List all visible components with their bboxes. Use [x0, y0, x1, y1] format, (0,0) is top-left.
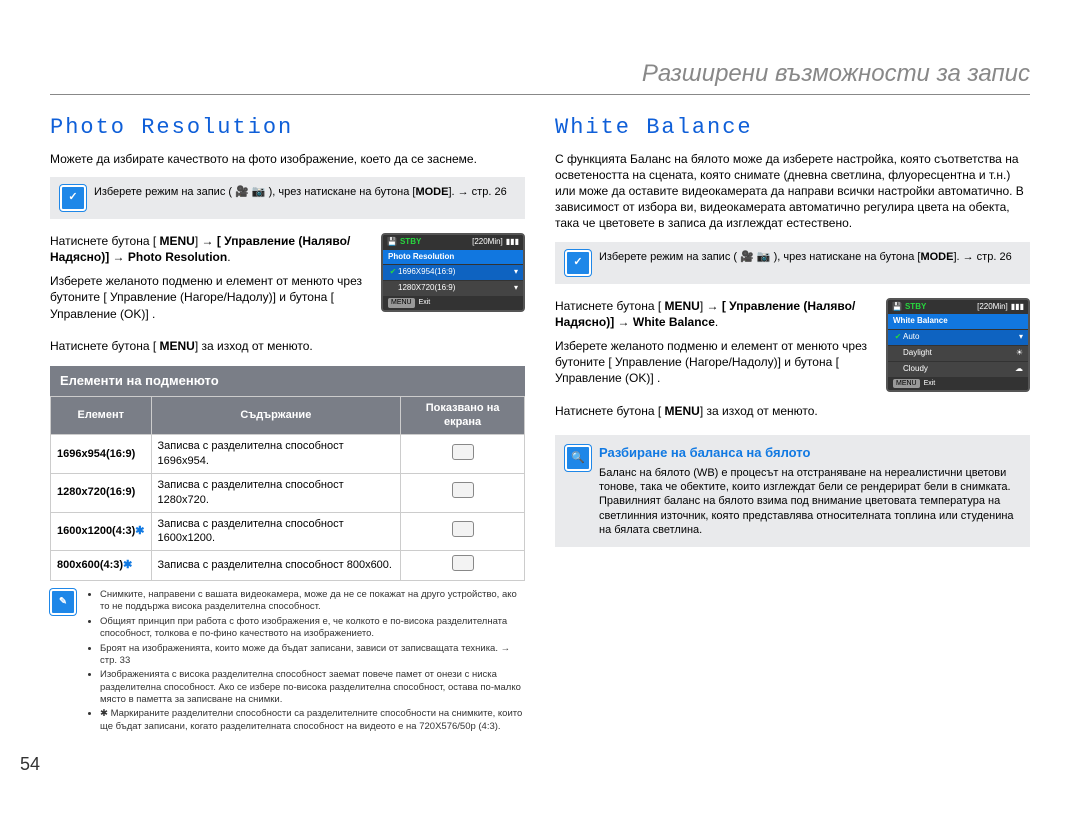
page-number: 54 [20, 754, 40, 775]
table-row: 1280x720(16:9)Записва с разделителна спо… [51, 473, 525, 512]
resolution-icon [452, 482, 474, 498]
submenu-header: Елементи на подменюто [50, 366, 525, 396]
intro-left: Можете да избирате качеството на фото из… [50, 151, 525, 167]
th-display: Показвано на екрана [401, 396, 525, 435]
lcd-screenshot-photo: 💾 STBY [220Min] ▮▮▮ Photo Resolution ✔ 1… [381, 233, 525, 312]
check-icon: ✔ [893, 332, 903, 343]
footnote-item: Общият принцип при работа с фото изображ… [100, 616, 525, 641]
note-text-2: ), чрез натискане на бутона [ [774, 251, 921, 263]
note-ref: ]. → стр. 26 [448, 186, 506, 198]
chapter-title: Разширени възможности за запис [50, 60, 1030, 95]
lcd-option-daylight: Daylight ☀ [888, 345, 1028, 361]
camera-icon: 📷 [252, 186, 266, 198]
lcd-menu-title: White Balance [888, 314, 1028, 329]
resolution-table: Елемент Съдържание Показвано на екрана 1… [50, 396, 525, 582]
chevron-down-icon: ▾ [1019, 332, 1023, 343]
battery-icon: ▮▮▮ [1011, 302, 1024, 313]
sun-icon: ☀ [1016, 348, 1023, 359]
step-3-left: Натиснете бутона [ MENU] за изход от мен… [50, 338, 525, 354]
table-row: 1600x1200(4:3)✱Записва с разделителна сп… [51, 512, 525, 551]
th-element: Елемент [51, 396, 152, 435]
footnote-left: ✎ Снимките, направени с вашата видеокаме… [50, 589, 525, 735]
th-content: Съдържание [151, 396, 401, 435]
note-box-right: ✓ Изберете режим на запис ( 🎥 📷 ), чрез … [555, 242, 1030, 284]
lcd-option-1: ✔ 1696X954(16:9) ▾ [383, 264, 523, 280]
battery-icon: ▮▮▮ [506, 237, 519, 248]
video-icon: 🎥 [235, 186, 249, 198]
step-2-right: Изберете желаното подменю и елемент от м… [555, 338, 876, 387]
lcd-option-cloudy: Cloudy ☁ [888, 361, 1028, 377]
memory-icon: 💾 [892, 302, 902, 313]
footnote-item: ✱ Маркираните разделителни способности с… [100, 708, 525, 733]
magnifier-icon: 🔍 [565, 445, 591, 471]
step-1-left: Натиснете бутона [ MENU] → [ Управление … [50, 233, 371, 265]
check-icon: ✔ [388, 267, 398, 278]
step-2-left: Изберете желаното подменю и елемент от м… [50, 273, 371, 322]
section-heading-wb: White Balance [555, 113, 1030, 143]
cloud-icon: ☁ [1015, 364, 1023, 375]
resolution-icon [452, 555, 474, 571]
chevron-down-icon: ▾ [514, 267, 518, 278]
right-column: White Balance С функцията Баланс на бяло… [555, 113, 1030, 735]
lcd-footer: MENU Exit [383, 296, 523, 309]
note-text: Изберете режим на запис ( [599, 251, 740, 263]
note-text-2: ), чрез натискане на бутона [ [269, 186, 416, 198]
footnote-item: Броят на изображенията, които може да бъ… [100, 643, 525, 668]
table-row: 1696x954(16:9)Записва с разделителна спо… [51, 435, 525, 474]
note-box-left: ✓ Изберете режим на запис ( 🎥 📷 ), чрез … [50, 177, 525, 219]
lcd-option-auto: ✔ Auto ▾ [888, 329, 1028, 345]
lcd-screenshot-wb: 💾 STBY [220Min] ▮▮▮ White Balance ✔ Auto… [886, 298, 1030, 392]
lcd-option-2: 1280X720(16:9) ▾ [383, 280, 523, 296]
check-icon: ✓ [565, 250, 591, 276]
time-left: [220Min] [977, 302, 1008, 313]
note-text: Изберете режим на запис ( [94, 186, 235, 198]
mode-label: MODE [415, 186, 448, 198]
stby-label: STBY [905, 302, 926, 313]
video-icon: 🎥 [740, 251, 754, 263]
lcd-menu-title: Photo Resolution [383, 250, 523, 265]
info-body: Баланс на бялото (WB) е процесът на отст… [599, 466, 1020, 537]
mode-label: MODE [920, 251, 953, 263]
stby-label: STBY [400, 237, 421, 248]
step-1-right: Натиснете бутона [ MENU] → [ Управление … [555, 298, 876, 330]
resolution-icon [452, 444, 474, 460]
chevron-down-icon: ▾ [514, 283, 518, 294]
note-ref: ]. → стр. 26 [953, 251, 1011, 263]
lcd-footer: MENU Exit [888, 377, 1028, 390]
memory-icon: 💾 [387, 237, 397, 248]
intro-right: С функцията Баланс на бялото може да изб… [555, 151, 1030, 232]
section-heading-photo: Photo Resolution [50, 113, 525, 143]
time-left: [220Min] [472, 237, 503, 248]
info-icon: ✎ [50, 589, 76, 615]
footnote-item: Снимките, направени с вашата видеокамера… [100, 589, 525, 614]
left-column: Photo Resolution Можете да избирате каче… [50, 113, 525, 735]
footnote-item: Изображенията с висока разделителна спос… [100, 669, 525, 706]
step-3-right: Натиснете бутона [ MENU] за изход от мен… [555, 403, 1030, 419]
check-icon: ✓ [60, 185, 86, 211]
resolution-icon [452, 521, 474, 537]
table-row: 800x600(4:3)✱Записва с разделителна спос… [51, 551, 525, 581]
menu-icon: MENU [388, 298, 415, 307]
wb-info-box: 🔍 Разбиране на баланса на бялото Баланс … [555, 435, 1030, 547]
info-title: Разбиране на баланса на бялото [599, 445, 1020, 462]
camera-icon: 📷 [757, 251, 771, 263]
menu-icon: MENU [893, 379, 920, 388]
